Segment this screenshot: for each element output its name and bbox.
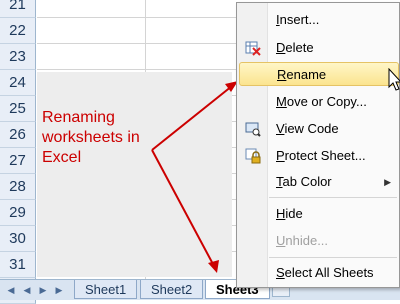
row-header[interactable]: 31 <box>0 252 36 278</box>
menu-item-unhide: Unhide... <box>239 229 399 253</box>
row-header[interactable]: 21 <box>0 0 36 18</box>
sheet-tab[interactable]: Sheet2 <box>140 280 204 299</box>
menu-item-hide[interactable]: Hide <box>239 202 399 226</box>
sheet-context-menu: Insert... Delete Rename Move or Copy... … <box>236 2 400 288</box>
annotation-text: Renaming worksheets in Excel <box>42 108 152 168</box>
row-header[interactable]: 27 <box>0 148 36 174</box>
menu-item-label: Insert... <box>276 12 320 27</box>
menu-item-protect-sheet[interactable]: Protect Sheet... <box>239 144 399 168</box>
row-header[interactable]: 23 <box>0 44 36 70</box>
menu-item-view-code[interactable]: View Code <box>239 117 399 141</box>
menu-item-move-or-copy[interactable]: Move or Copy... <box>239 90 399 114</box>
menu-separator <box>269 197 397 198</box>
menu-item-delete[interactable]: Delete <box>239 36 399 60</box>
menu-item-label: Tab Color <box>276 174 332 189</box>
lock-sheet-icon <box>245 148 261 164</box>
first-sheet-icon[interactable]: ◀ <box>4 283 18 297</box>
prev-sheet-icon[interactable]: ◀ <box>20 283 34 297</box>
row-header[interactable]: 26 <box>0 122 36 148</box>
row-header[interactable]: 28 <box>0 174 36 200</box>
annotation-line: Renaming <box>42 109 115 126</box>
view-code-icon <box>245 122 261 137</box>
menu-item-label: View Code <box>276 121 339 136</box>
shaded-region <box>37 72 232 277</box>
annotation-line: Excel <box>42 149 82 166</box>
menu-separator <box>269 257 397 258</box>
row-header[interactable]: 22 <box>0 18 36 44</box>
menu-item-label: Select All Sheets <box>276 265 374 280</box>
row-headers: 21 22 23 24 25 26 27 28 29 30 31 32 <box>0 0 37 304</box>
next-sheet-icon[interactable]: ▶ <box>36 283 50 297</box>
menu-item-tab-color[interactable]: Tab Color ▶ <box>239 170 399 194</box>
menu-item-label: Protect Sheet... <box>276 148 366 163</box>
menu-item-insert[interactable]: Insert... <box>239 8 399 32</box>
annotation-line: worksheets in <box>42 129 140 146</box>
row-header[interactable]: 24 <box>0 70 36 96</box>
row-header[interactable]: 30 <box>0 226 36 252</box>
row-header[interactable]: 29 <box>0 200 36 226</box>
menu-item-select-all-sheets[interactable]: Select All Sheets <box>239 261 399 285</box>
last-sheet-icon[interactable]: ▶ <box>52 283 66 297</box>
menu-item-label: Move or Copy... <box>276 94 367 109</box>
submenu-arrow-icon: ▶ <box>384 177 391 187</box>
mouse-pointer-icon <box>388 68 400 91</box>
menu-item-rename[interactable]: Rename <box>239 62 399 86</box>
delete-sheet-icon <box>245 41 261 56</box>
sheet-tab[interactable]: Sheet1 <box>74 280 138 299</box>
menu-item-label: Rename <box>277 67 327 82</box>
menu-item-label: Delete <box>276 40 314 55</box>
menu-item-label: Hide <box>276 206 303 221</box>
row-header[interactable]: 25 <box>0 96 36 122</box>
menu-item-label: Unhide... <box>276 233 329 248</box>
